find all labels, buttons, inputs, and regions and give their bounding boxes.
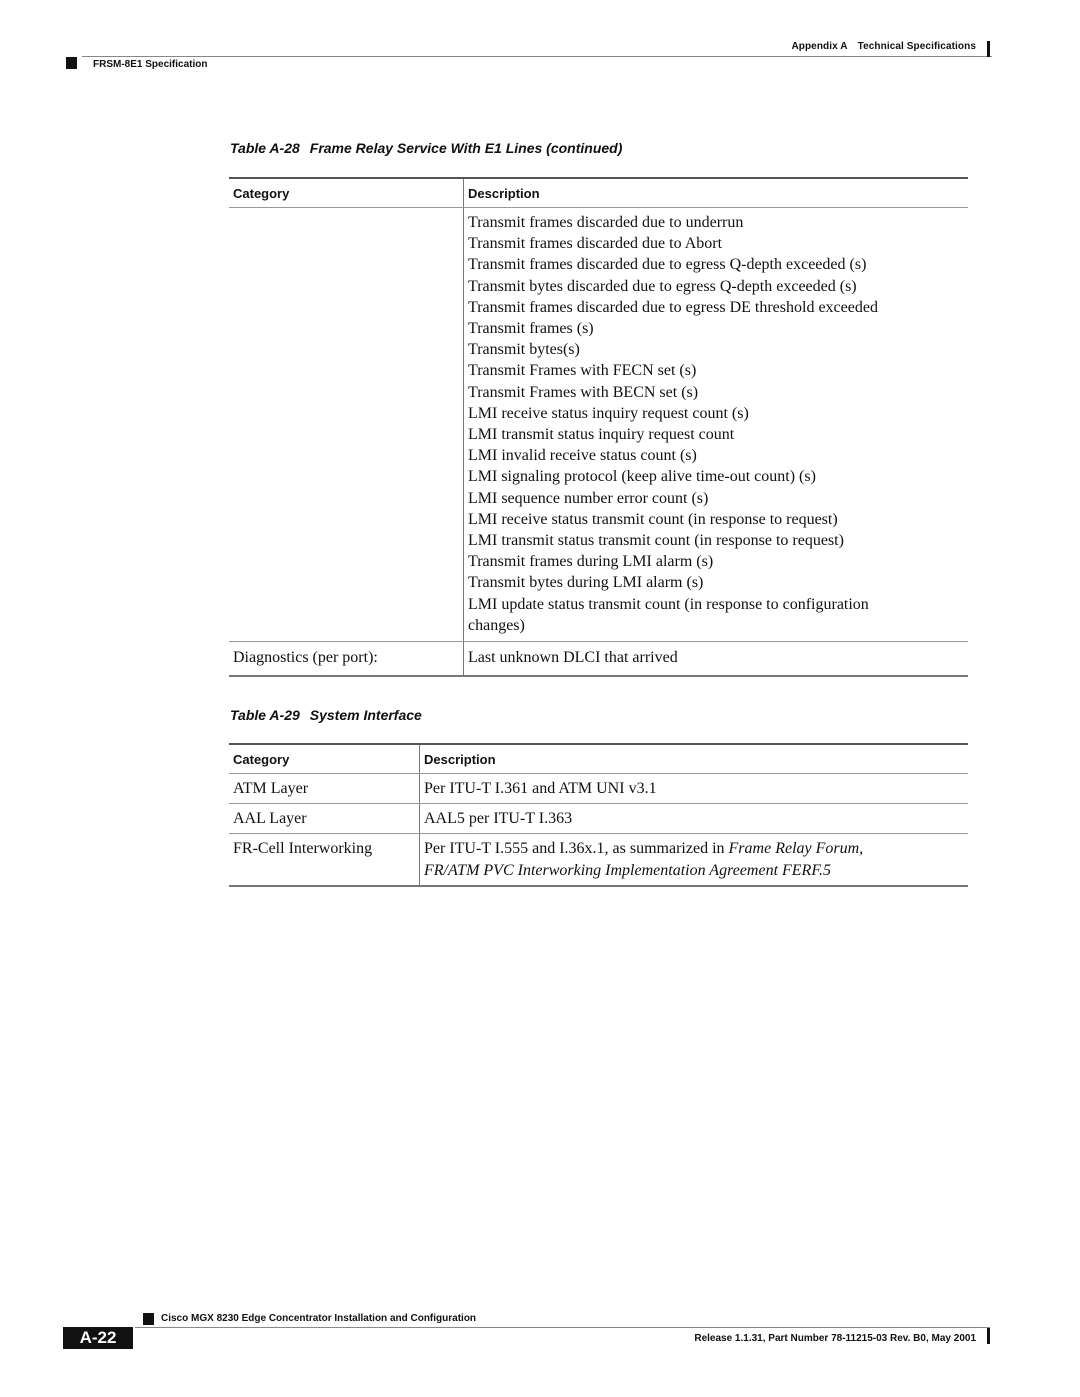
column-header-category: Category: [229, 744, 420, 774]
row-description: Per ITU-T I.555 and I.36x.1, as summariz…: [419, 833, 968, 887]
table-a28-caption: Table A-28 Frame Relay Service With E1 Li…: [230, 140, 622, 156]
table-a29-caption: Table A-29 System Interface: [230, 707, 422, 723]
description-line: Transmit frames discarded due to egress …: [468, 256, 867, 274]
chapter-title: Technical Specifications: [857, 41, 976, 52]
header-square-marker: [66, 57, 77, 69]
row-category: [229, 207, 464, 643]
description-line: LMI sequence number error count (s): [468, 489, 709, 507]
row-category: FR-Cell Interworking: [229, 833, 420, 887]
row-description: Transmit frames discarded due to underru…: [463, 207, 968, 643]
description-line: Transmit frames discarded due to Abort: [468, 235, 723, 253]
table-a28: Category Description Transmit frames dis…: [229, 177, 968, 678]
table-header-row: Category Description: [229, 744, 968, 774]
description-line: LMI receive status inquiry request count…: [468, 404, 749, 422]
row-category: AAL Layer: [229, 803, 420, 835]
running-header: Appendix A Technical Specifications: [791, 41, 976, 52]
description-reference: Frame Relay Forum,: [728, 840, 864, 858]
description-line: Transmit Frames with FECN set (s): [468, 362, 697, 380]
description-reference-cont: FR/ATM PVC Interworking Implementation A…: [424, 861, 832, 879]
description-line: Transmit bytes during LMI alarm (s): [468, 574, 704, 592]
table-a29: Category Description ATM Layer Per ITU-T…: [229, 743, 968, 887]
table-row: Diagnostics (per port): Last unknown DLC…: [229, 641, 968, 678]
description-line: Transmit frames discarded due to underru…: [468, 214, 744, 231]
description-line: Transmit bytes discarded due to egress Q…: [468, 277, 857, 295]
row-description: Last unknown DLCI that arrived: [463, 641, 968, 678]
table-header-row: Category Description: [229, 178, 968, 208]
book-title: Cisco MGX 8230 Edge Concentrator Install…: [161, 1313, 477, 1324]
table-row: ATM Layer Per ITU-T I.361 and ATM UNI v3…: [229, 773, 968, 805]
description-line: LMI transmit status inquiry request coun…: [468, 426, 735, 444]
description-line: LMI invalid receive status count (s): [468, 447, 697, 465]
table-row: Transmit frames discarded due to underru…: [229, 207, 968, 643]
description-line: LMI transmit status transmit count (in r…: [468, 532, 844, 550]
description-line: Transmit frames (s): [468, 320, 594, 338]
table-a29-title: System Interface: [309, 707, 422, 723]
description-plain: Per ITU-T I.555 and I.36x.1, as summariz…: [424, 840, 729, 858]
column-header-description: Description: [419, 744, 968, 774]
row-category: Diagnostics (per port):: [229, 641, 464, 678]
row-category: ATM Layer: [229, 773, 420, 805]
footer-rule: [135, 1327, 990, 1328]
section-title: FRSM-8E1 Specification: [93, 59, 208, 70]
description-line: LMI update status transmit count (in res…: [468, 595, 869, 613]
release-info: Release 1.1.31, Part Number 78-11215-03 …: [694, 1333, 976, 1344]
table-a28-number: Table A-28: [230, 140, 300, 156]
description-line: LMI signaling protocol (keep alive time-…: [468, 468, 816, 486]
description-line: changes): [468, 616, 525, 634]
description-line: Transmit frames discarded due to egress …: [468, 298, 878, 316]
header-rule: [82, 56, 992, 57]
header-bar-marker: [987, 41, 990, 57]
description-line: Transmit Frames with BECN set (s): [468, 383, 699, 401]
table-a29-number: Table A-29: [230, 707, 300, 723]
description-line: Transmit frames during LMI alarm (s): [468, 553, 714, 571]
description-line: LMI receive status transmit count (in re…: [468, 510, 838, 528]
table-a28-title: Frame Relay Service With E1 Lines (conti…: [309, 140, 623, 156]
footer-square-marker: [143, 1313, 154, 1325]
column-header-category: Category: [229, 178, 464, 208]
description-line: Transmit bytes(s): [468, 341, 580, 359]
appendix-label: Appendix A: [791, 41, 848, 52]
page-number: A-22: [63, 1327, 133, 1349]
row-description: AAL5 per ITU-T I.363: [419, 803, 968, 835]
table-row: FR-Cell Interworking Per ITU-T I.555 and…: [229, 833, 968, 887]
row-description: Per ITU-T I.361 and ATM UNI v3.1: [419, 773, 968, 805]
table-row: AAL Layer AAL5 per ITU-T I.363: [229, 803, 968, 835]
column-header-description: Description: [463, 178, 968, 208]
footer-bar-marker: [987, 1328, 990, 1344]
